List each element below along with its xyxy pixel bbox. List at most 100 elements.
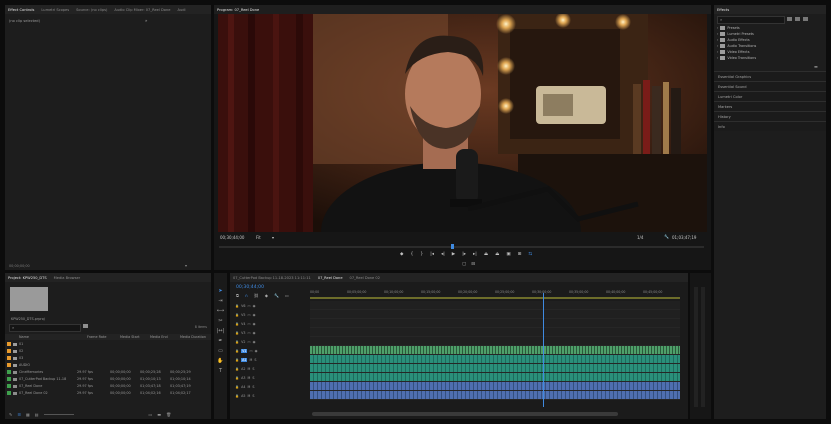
mute-icon[interactable]: M [247, 367, 250, 371]
step-back-icon[interactable]: ◂| [441, 252, 445, 257]
export-frame-icon[interactable]: ▣ [506, 252, 510, 257]
lock-icon[interactable]: 🔒 [235, 304, 239, 308]
lift-icon[interactable]: ⏏ [484, 252, 488, 257]
timeline-ruler[interactable]: 00;00 00;05;00;00 00;10;00;00 00;15;00;00 00… [310, 285, 680, 299]
eye-icon[interactable]: ◉ [253, 322, 256, 326]
tab-lumetri-scopes[interactable]: Lumetri Scopes [41, 8, 69, 12]
solo-icon[interactable]: S [254, 358, 256, 362]
audio-clip-strip[interactable] [310, 364, 680, 372]
new-bin-icon[interactable] [83, 324, 88, 328]
safe-margins-icon[interactable]: ▢ [462, 262, 466, 267]
column-media-end[interactable]: Media End [150, 335, 168, 339]
program-timecode[interactable]: 00;30;44;00 [220, 235, 244, 240]
project-list-item[interactable]: 07_Reel Done 29.97 fps 00;00;00;00 01;03;47… [5, 383, 211, 389]
program-playhead[interactable] [451, 244, 454, 249]
wrench-settings-icon[interactable]: 🔧 [274, 293, 279, 298]
project-list-item[interactable]: AUDIO [5, 362, 211, 368]
timeline-zoom-scrollbar[interactable] [312, 412, 618, 416]
eye-icon[interactable]: ◉ [253, 304, 256, 308]
effects-folder[interactable]: › Video Effects [717, 50, 749, 54]
track-lane[interactable] [310, 319, 680, 328]
project-list-item[interactable]: 03 [5, 355, 211, 361]
captions-toggle-icon[interactable]: ▭ [285, 293, 289, 298]
type-tool-icon[interactable]: T [216, 367, 225, 374]
effects-folder[interactable]: › Presets [717, 26, 740, 30]
icon-view-icon[interactable]: ▦ [26, 412, 30, 417]
solo-icon[interactable]: S [252, 376, 254, 380]
eye-icon[interactable]: ◉ [253, 313, 256, 317]
track-header-a2[interactable]: 🔒 A2 M S [230, 364, 315, 373]
slip-tool-icon[interactable]: |↔| [216, 327, 225, 334]
panel-section-header[interactable]: Info [714, 121, 826, 131]
rectangle-tool-icon[interactable]: ▭ [216, 347, 225, 354]
lock-icon[interactable]: 🔒 [235, 385, 239, 389]
add-marker-icon[interactable]: ◆ [400, 252, 403, 257]
project-list-item[interactable]: CineMemories 29.97 fps 00;00;00;00 00;00;25… [5, 369, 211, 375]
program-video-frame[interactable] [218, 14, 707, 232]
new-item-icon[interactable]: ▭ [149, 412, 153, 417]
sync-lock-icon[interactable]: ▭ [247, 322, 250, 326]
solo-icon[interactable]: S [252, 385, 254, 389]
lock-icon[interactable]: 🔒 [235, 322, 239, 326]
go-to-out-icon[interactable]: ▸| [473, 252, 477, 257]
tab-source[interactable]: Source: (no clips) [76, 8, 107, 12]
solo-icon[interactable]: S [252, 367, 254, 371]
column-media-start[interactable]: Media Start [120, 335, 140, 339]
audio-clip-strip[interactable] [310, 382, 680, 390]
track-header-v6[interactable]: 🔒 V6 ▭ ◉ [230, 301, 315, 310]
lock-icon[interactable]: 🔒 [235, 313, 239, 317]
solo-icon[interactable]: S [252, 394, 254, 398]
lock-icon[interactable]: 🔒 [235, 394, 239, 398]
razor-tool-icon[interactable]: ✂ [216, 317, 225, 324]
zoom-slider[interactable] [43, 414, 74, 415]
tab-audio-clip-mixer[interactable]: Audio Clip Mixer: 07_Reel Done [114, 8, 170, 12]
sync-lock-icon[interactable]: ▭ [247, 304, 250, 308]
panel-section-header[interactable]: Essential Graphics [714, 71, 826, 81]
mute-icon[interactable]: M [247, 394, 250, 398]
mark-in-icon[interactable]: { [410, 252, 413, 257]
hand-tool-icon[interactable]: ✋ [216, 357, 225, 364]
track-header-v5[interactable]: 🔒 V5 ▭ ◉ [230, 310, 315, 319]
mark-out-icon[interactable]: } [420, 252, 423, 257]
sync-lock-icon[interactable]: ▭ [247, 313, 250, 317]
play-icon[interactable]: ▶ [452, 252, 455, 257]
project-list-item[interactable]: 07_Reel Done 02 29.97 fps 00;00;00;00 01;04… [5, 390, 211, 396]
new-custom-bin-icon[interactable]: ▬ [814, 64, 818, 69]
lock-icon[interactable]: 🔒 [235, 340, 239, 344]
track-header-v1[interactable]: 🔒 V1 ▭ ◉ [230, 346, 315, 355]
track-lane[interactable] [310, 364, 680, 373]
track-lane[interactable] [310, 346, 680, 355]
tab-effect-controls[interactable]: Effect Controls [8, 8, 34, 12]
track-header-a3[interactable]: 🔒 A3 M S [230, 373, 315, 382]
column-media-duration[interactable]: Media Duration [180, 335, 206, 339]
sync-lock-icon[interactable]: ▭ [247, 340, 250, 344]
lock-icon[interactable]: 🔒 [235, 358, 239, 362]
panel-section-header[interactable]: Lumetri Color [714, 91, 826, 101]
tab-sequence-reel-done[interactable]: 07_Reel Done [318, 276, 343, 280]
new-bin-bottom-icon[interactable]: ▬ [157, 412, 161, 417]
32bit-effects-icon[interactable] [795, 17, 800, 21]
mute-icon[interactable]: M [247, 385, 250, 389]
sync-lock-icon[interactable]: ▭ [249, 349, 252, 353]
tab-sequence-backup[interactable]: 07_CutterPod Backup 11-18-2023 11:11:11 [233, 276, 311, 280]
extract-icon[interactable]: ⏏ [495, 252, 499, 257]
marker-icon[interactable]: ◆ [265, 293, 268, 298]
mute-icon[interactable]: M [247, 376, 250, 380]
track-header-v3[interactable]: 🔒 V3 ▭ ◉ [230, 328, 315, 337]
track-header-a5[interactable]: 🔒 A5 M S [230, 391, 315, 400]
timeline-timecode[interactable]: 00;30;44;00 [236, 285, 264, 290]
freeform-view-icon[interactable]: ▤ [35, 412, 39, 417]
timeline-playhead[interactable] [543, 293, 545, 407]
go-to-in-icon[interactable]: |◂ [430, 252, 434, 257]
wrench-icon[interactable]: 🔧 [664, 234, 669, 239]
eye-icon[interactable]: ◉ [253, 340, 256, 344]
program-scrub-bar[interactable] [219, 244, 704, 249]
snap-icon[interactable]: ∩ [245, 293, 248, 298]
audio-clip-strip[interactable] [310, 355, 680, 363]
track-header-a1[interactable]: 🔒 A1 M S [230, 355, 315, 364]
work-area-bar[interactable] [310, 297, 680, 299]
effects-folder[interactable]: › Audio Transitions [717, 44, 756, 48]
lock-icon[interactable]: 🔒 [235, 376, 239, 380]
track-header-v4[interactable]: 🔒 V4 ▭ ◉ [230, 319, 315, 328]
column-frame-rate[interactable]: Frame Rate [87, 335, 106, 339]
